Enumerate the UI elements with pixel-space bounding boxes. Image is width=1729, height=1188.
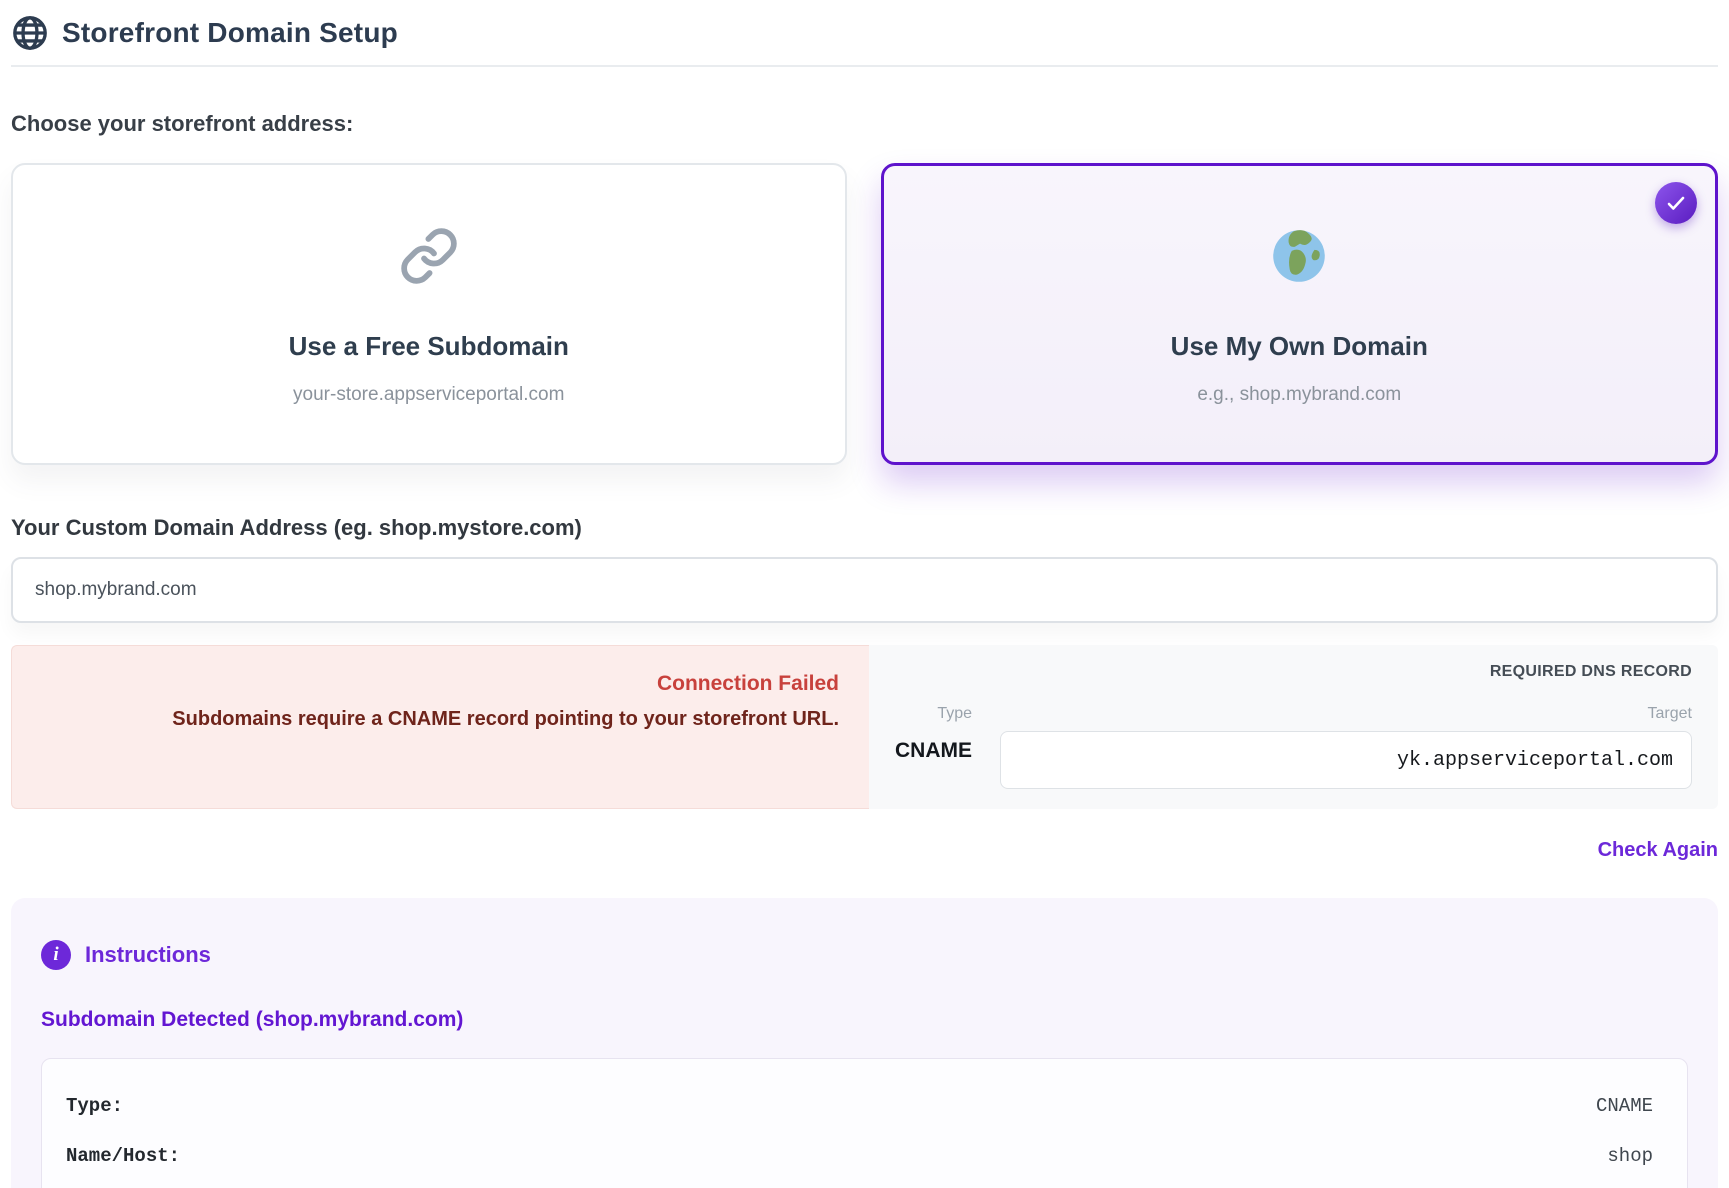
instructions-title: Instructions	[85, 942, 211, 968]
link-icon	[399, 223, 459, 289]
dns-target-input[interactable]	[1000, 731, 1692, 789]
instructions-header: i Instructions	[41, 940, 1688, 970]
dns-type-label: Type	[937, 705, 972, 723]
option-card-free-subdomain[interactable]: Use a Free Subdomain your-store.appservi…	[11, 163, 847, 465]
page-title: Storefront Domain Setup	[62, 17, 398, 49]
dns-status-row: Connection Failed Subdomains require a C…	[11, 645, 1718, 809]
card-title: Use My Own Domain	[1171, 331, 1428, 362]
instructions-panel: i Instructions Subdomain Detected (shop.…	[11, 898, 1718, 1188]
error-message: Subdomains require a CNAME record pointi…	[42, 708, 839, 731]
option-card-own-domain[interactable]: Use My Own Domain e.g., shop.mybrand.com	[881, 163, 1719, 465]
dns-record-heading: REQUIRED DNS RECORD	[895, 663, 1692, 681]
record-value: shop	[1607, 1145, 1653, 1167]
error-title: Connection Failed	[42, 672, 839, 696]
dns-target-label: Target	[1648, 705, 1692, 723]
chooser-label: Choose your storefront address:	[11, 111, 1718, 137]
record-label: Type:	[66, 1095, 123, 1117]
storefront-domain-setup-page: Storefront Domain Setup Choose your stor…	[0, 0, 1729, 1188]
required-dns-panel: REQUIRED DNS RECORD Type CNAME Target	[869, 645, 1718, 809]
record-row-name-host: Name/Host: shop	[66, 1145, 1653, 1167]
earth-globe-icon	[1266, 223, 1332, 289]
record-value: CNAME	[1596, 1095, 1653, 1117]
card-title: Use a Free Subdomain	[289, 331, 569, 362]
subdomain-detected-heading: Subdomain Detected (shop.mybrand.com)	[41, 1008, 1688, 1032]
dns-type-column: Type CNAME	[895, 705, 972, 789]
domain-option-cards: Use a Free Subdomain your-store.appservi…	[11, 163, 1718, 465]
card-subtitle: your-store.appserviceportal.com	[293, 384, 564, 406]
record-label: Name/Host:	[66, 1145, 180, 1167]
dns-record-body: Type CNAME Target	[895, 705, 1692, 789]
connection-error-panel: Connection Failed Subdomains require a C…	[11, 645, 869, 809]
check-again-row: Check Again	[11, 839, 1718, 862]
check-again-link[interactable]: Check Again	[1598, 839, 1718, 861]
page-header: Storefront Domain Setup	[11, 10, 1718, 52]
selected-check-icon	[1655, 182, 1697, 224]
custom-domain-label: Your Custom Domain Address (eg. shop.mys…	[11, 515, 1718, 541]
info-icon: i	[41, 940, 71, 970]
card-subtitle: e.g., shop.mybrand.com	[1197, 384, 1401, 406]
header-divider	[11, 65, 1718, 67]
dns-record-details: Type: CNAME Name/Host: shop Target: yk.a…	[41, 1058, 1688, 1188]
custom-domain-input[interactable]	[11, 557, 1718, 623]
globe-icon	[11, 14, 49, 52]
dns-type-value: CNAME	[895, 739, 972, 763]
dns-target-column: Target	[1000, 705, 1692, 789]
record-row-type: Type: CNAME	[66, 1095, 1653, 1117]
